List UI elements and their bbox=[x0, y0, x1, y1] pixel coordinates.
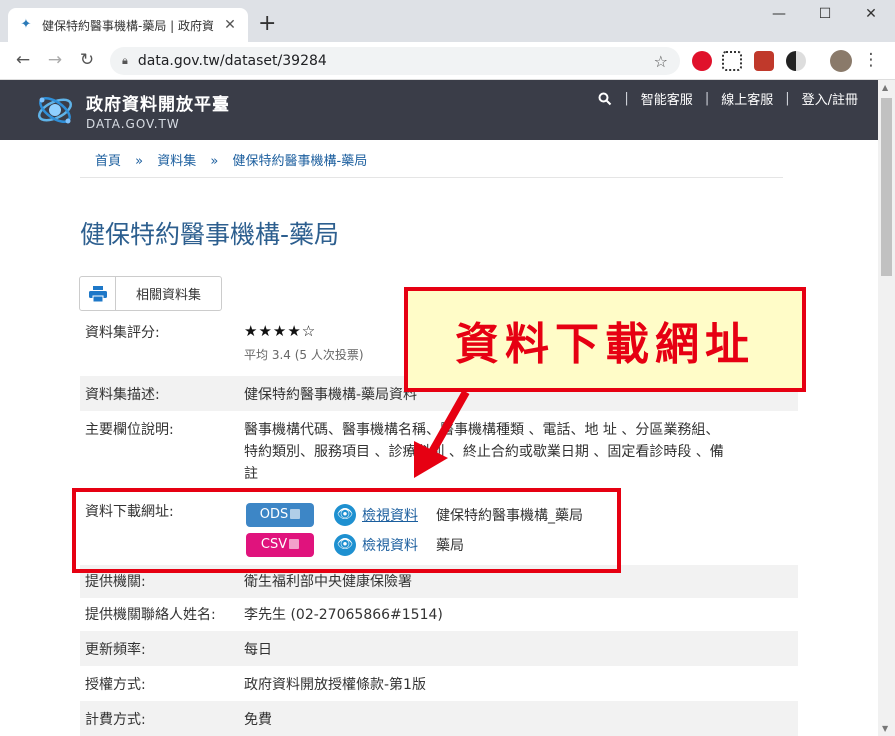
page-scrollbar[interactable]: ▲ ▼ bbox=[878, 80, 895, 736]
columns-value-line: 註 bbox=[244, 466, 258, 482]
divider bbox=[80, 177, 783, 178]
breadcrumb-separator: » bbox=[135, 154, 144, 169]
bookmark-star-icon[interactable]: ☆ bbox=[654, 52, 668, 71]
close-tab-icon[interactable]: ✕ bbox=[222, 17, 238, 33]
qr-extension-icon[interactable] bbox=[722, 51, 742, 71]
frequency-row: 更新頻率: 每日 bbox=[80, 631, 798, 666]
url-text: data.gov.tw/dataset/39284 bbox=[137, 53, 327, 69]
minimize-icon[interactable]: — bbox=[756, 6, 802, 22]
scrollbar-thumb[interactable] bbox=[881, 98, 892, 276]
new-tab-button[interactable]: + bbox=[258, 12, 276, 36]
window-close-icon[interactable]: ✕ bbox=[848, 6, 894, 22]
forward-icon[interactable]: → bbox=[44, 50, 66, 70]
provider-label: 提供機關: bbox=[85, 574, 146, 590]
license-value: 政府資料開放授權條款-第1版 bbox=[244, 677, 426, 693]
columns-value-line: 特約類別、服務項目 、診療科別 、終止合約或歇業日期 、固定看診時段 、備 bbox=[244, 444, 724, 460]
lock-icon: 🔒︎ bbox=[122, 54, 128, 67]
breadcrumb-separator: » bbox=[210, 154, 219, 169]
description-label: 資料集描述: bbox=[85, 387, 160, 403]
frequency-value: 每日 bbox=[244, 642, 272, 658]
nav-separator: | bbox=[704, 91, 710, 106]
rating-stars[interactable]: ★★★★☆ bbox=[244, 320, 364, 342]
license-label: 授權方式: bbox=[85, 677, 146, 693]
fee-row: 計費方式: 免費 bbox=[80, 701, 798, 736]
print-button[interactable] bbox=[79, 276, 116, 311]
nav-online-service[interactable]: 線上客服 bbox=[721, 89, 773, 108]
breadcrumb-current[interactable]: 健保特約醫事機構-藥局 bbox=[233, 154, 368, 169]
columns-value-line: 醫事機構代碼、醫事機構名稱、醫事機構種類 、電話、地 址 、分區業務組、 bbox=[244, 422, 720, 438]
logo-subtitle: DATA.GOV.TW bbox=[86, 117, 180, 131]
scroll-down-icon[interactable]: ▼ bbox=[882, 724, 888, 733]
data-gov-logo-icon[interactable] bbox=[34, 90, 76, 130]
license-row: 授權方式: 政府資料開放授權條款-第1版 bbox=[80, 666, 798, 701]
contact-value: 李先生 (02-27065866#1514) bbox=[244, 607, 443, 623]
description-value: 健保特約醫事機構-藥局資料 bbox=[244, 387, 418, 403]
contact-row: 提供機關聯絡人姓名: 李先生 (02-27065866#1514) bbox=[80, 598, 798, 631]
rating-label: 資料集評分: bbox=[85, 325, 160, 341]
nav-separator: | bbox=[785, 91, 790, 106]
site-favicon-icon: ✦ bbox=[20, 17, 32, 32]
browser-tab-strip: ✦ 健保特約醫事機構-藥局 | 政府資 ✕ + — ☐ ✕ bbox=[0, 0, 895, 42]
opera-extension-icon[interactable] bbox=[692, 51, 712, 71]
browser-toolbar: ← → ↻ 🔒︎ data.gov.tw/dataset/39284 ☆ ⋮ bbox=[0, 42, 895, 80]
highlight-box bbox=[72, 488, 621, 573]
dark-mode-extension-icon[interactable] bbox=[786, 51, 806, 71]
nav-smart-service[interactable]: 智能客服 bbox=[641, 89, 693, 108]
search-icon[interactable] bbox=[598, 92, 612, 106]
fee-value: 免費 bbox=[244, 712, 272, 728]
top-nav: | 智能客服 | 線上客服 | 登入/註冊 bbox=[598, 89, 858, 108]
frequency-label: 更新頻率: bbox=[85, 642, 146, 658]
provider-link[interactable]: 衛生福利部中央健康保險署 bbox=[244, 571, 412, 593]
breadcrumb-datasets[interactable]: 資料集 bbox=[157, 154, 196, 169]
tab-title: 健保特約醫事機構-藥局 | 政府資 bbox=[42, 18, 215, 33]
breadcrumb-home[interactable]: 首頁 bbox=[95, 154, 121, 169]
annotation-callout: 資料下載網址 bbox=[404, 287, 806, 392]
profile-avatar[interactable] bbox=[830, 50, 852, 72]
scroll-up-icon[interactable]: ▲ bbox=[882, 83, 888, 92]
contact-label: 提供機關聯絡人姓名: bbox=[85, 607, 216, 623]
nav-separator: | bbox=[624, 91, 629, 106]
page-title: 健保特約醫事機構-藥局 bbox=[80, 220, 340, 249]
breadcrumb: 首頁 » 資料集 » 健保特約醫事機構-藥局 bbox=[95, 150, 367, 169]
rating-summary: 平均 3.4 (5 人次投票) bbox=[244, 348, 364, 362]
nav-login[interactable]: 登入/註冊 bbox=[802, 89, 858, 108]
related-datasets-button[interactable]: 相關資料集 bbox=[115, 276, 222, 311]
maximize-icon[interactable]: ☐ bbox=[802, 6, 848, 22]
browser-tab[interactable]: ✦ 健保特約醫事機構-藥局 | 政府資 ✕ bbox=[8, 8, 248, 42]
browser-menu-icon[interactable]: ⋮ bbox=[860, 50, 882, 70]
logo-title: 政府資料開放平臺 bbox=[86, 95, 230, 115]
site-header: 政府資料開放平臺 DATA.GOV.TW | 智能客服 | 線上客服 | 登入/… bbox=[0, 80, 878, 140]
columns-row: 主要欄位說明: 醫事機構代碼、醫事機構名稱、醫事機構種類 、電話、地 址 、分區… bbox=[80, 411, 798, 493]
address-bar[interactable]: 🔒︎ data.gov.tw/dataset/39284 ☆ bbox=[110, 47, 680, 75]
site-logo[interactable]: 政府資料開放平臺 DATA.GOV.TW bbox=[86, 90, 230, 131]
print-icon bbox=[88, 285, 107, 302]
fee-label: 計費方式: bbox=[85, 712, 146, 728]
back-icon[interactable]: ← bbox=[12, 50, 34, 70]
reload-icon[interactable]: ↻ bbox=[76, 50, 98, 70]
book-extension-icon[interactable] bbox=[754, 51, 774, 71]
columns-label: 主要欄位說明: bbox=[85, 422, 174, 438]
